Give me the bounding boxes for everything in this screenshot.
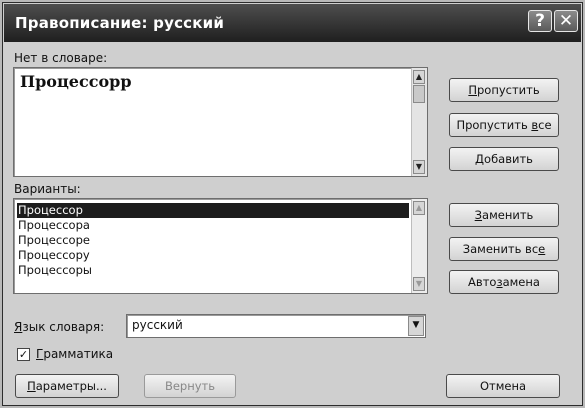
suggestions-list[interactable]: Процессор Процессора Процессоре Процессо… [13,198,428,294]
help-icon: ? [535,11,545,31]
suggestions-label: Варианты: [14,182,81,196]
options-button[interactable]: Параметры... [15,374,119,398]
dialog-title: Правописание: русский [15,14,225,32]
spelling-dialog: Правописание: русский ? ✕ Нет в словаре:… [2,2,583,406]
suggestions-scrollbar[interactable]: ▲ ▼ [411,199,427,293]
suggestion-item[interactable]: Процессоре [17,233,409,248]
language-label: Язык словаря: [14,320,105,334]
autocorrect-button[interactable]: Автозамена [449,270,559,294]
scroll-thumb[interactable] [413,85,425,103]
scroll-down-icon[interactable]: ▼ [413,160,425,174]
grammar-checkbox[interactable]: ✓ [17,348,30,361]
cancel-button[interactable]: Отмена [446,374,560,398]
help-button[interactable]: ? [528,10,552,32]
not-in-dictionary-scrollbar[interactable]: ▲ ▼ [411,68,427,176]
suggestion-item[interactable]: Процессору [17,248,409,263]
skip-button[interactable]: Пропустить [449,78,559,102]
add-button[interactable]: Добавить [449,147,559,171]
grammar-label: Грамматика [36,347,114,361]
suggestion-item[interactable]: Процессоры [17,263,409,278]
change-button[interactable]: Заменить [449,203,559,227]
close-button[interactable]: ✕ [554,10,578,32]
undo-button[interactable]: Вернуть [144,374,236,398]
not-in-dictionary-label: Нет в словаре: [14,51,108,65]
not-in-dictionary-box[interactable]: Процессорр ▲ ▼ [13,67,428,177]
suggestion-item[interactable]: Процессора [17,218,409,233]
language-select[interactable]: русский ▼ [126,314,426,338]
close-icon: ✕ [558,11,574,31]
scroll-down-icon[interactable]: ▼ [413,277,425,291]
scroll-up-icon[interactable]: ▲ [413,70,425,84]
change-all-button[interactable]: Заменить все [449,237,559,261]
suggestion-item-selected[interactable]: Процессор [17,203,409,218]
misspelled-word: Процессорр [20,72,132,91]
language-value: русский [132,318,183,332]
scroll-up-icon[interactable]: ▲ [413,201,425,215]
skip-all-button[interactable]: Пропустить все [449,113,559,137]
title-bar: Правописание: русский ? ✕ [4,4,581,42]
chevron-down-icon[interactable]: ▼ [408,316,424,336]
